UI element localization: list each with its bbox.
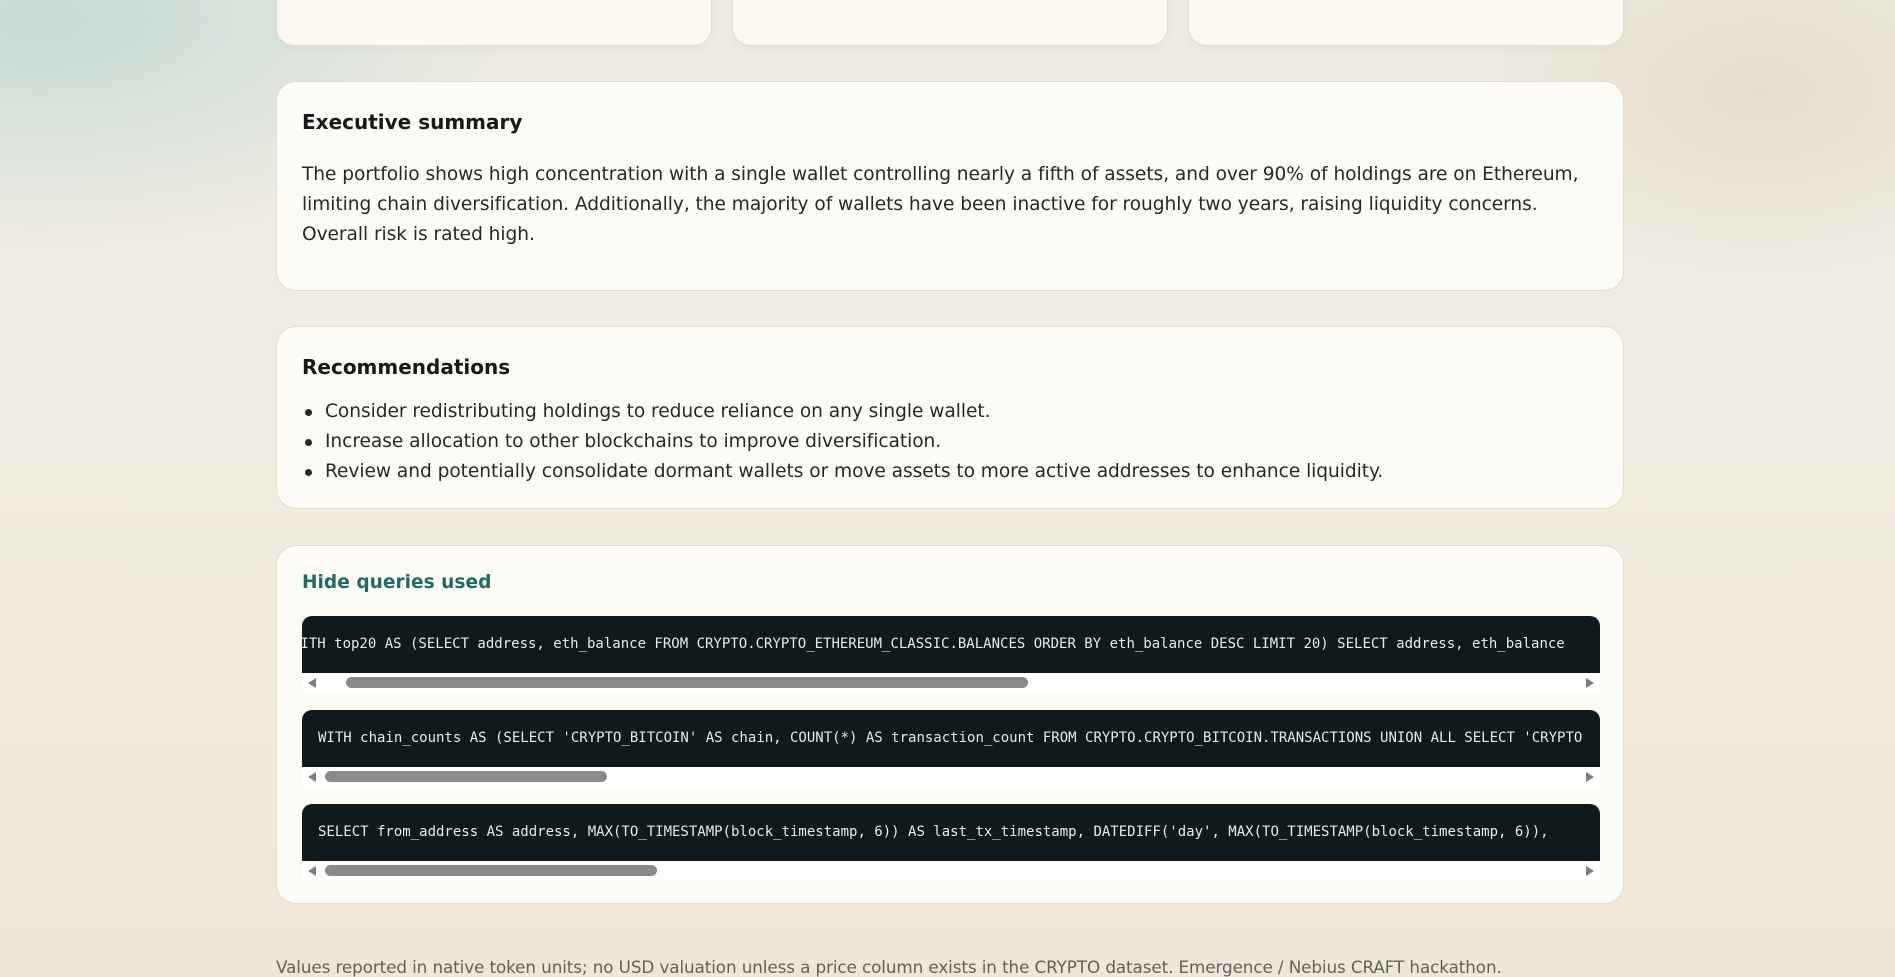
recommendation-item: Review and potentially consolidate dorma… [302, 457, 1383, 487]
executive-summary-text: The portfolio shows high concentration w… [302, 164, 1579, 245]
query-sql: WITH top20 AS (SELECT address, eth_balan… [302, 636, 1565, 652]
recommendation-text: Increase allocation to other blockchains… [325, 431, 942, 452]
scroll-left-arrow-icon[interactable] [308, 772, 316, 782]
scroll-left-arrow-icon[interactable] [308, 678, 316, 688]
horizontal-scrollbar[interactable] [302, 861, 1600, 881]
horizontal-scrollbar[interactable] [302, 673, 1600, 693]
footer-note: Values reported in native token units; n… [276, 957, 1502, 977]
query-block-2: WITH chain_counts AS (SELECT 'CRYPTO_BIT… [302, 710, 1600, 787]
horizontal-scrollbar[interactable] [302, 767, 1600, 787]
report-content: Executive summary The portfolio shows hi… [276, 0, 1626, 930]
query-block-3: SELECT from_address AS address, MAX(TO_T… [302, 804, 1600, 881]
queries-card: Hide queries used WITH top20 AS (SELECT … [276, 545, 1624, 904]
executive-summary-title: Executive summary [302, 110, 523, 134]
bullet-icon [305, 409, 312, 416]
recommendation-text: Review and potentially consolidate dorma… [325, 461, 1384, 482]
recommendations-title: Recommendations [302, 355, 511, 379]
recommendation-text: Consider redistributing holdings to redu… [325, 401, 991, 422]
recommendations-list: Consider redistributing holdings to redu… [302, 397, 1383, 487]
scrollbar-thumb[interactable] [346, 677, 1028, 688]
bullet-icon [305, 439, 312, 446]
hide-queries-toggle[interactable]: Hide queries used [302, 572, 491, 593]
scrollbar-thumb[interactable] [325, 771, 607, 782]
scroll-left-arrow-icon[interactable] [308, 866, 316, 876]
query-block-1: WITH top20 AS (SELECT address, eth_balan… [302, 616, 1600, 693]
query-code[interactable]: WITH top20 AS (SELECT address, eth_balan… [302, 616, 1600, 673]
recommendation-item: Consider redistributing holdings to redu… [302, 397, 1383, 427]
query-sql: WITH chain_counts AS (SELECT 'CRYPTO_BIT… [318, 730, 1583, 746]
query-code[interactable]: WITH chain_counts AS (SELECT 'CRYPTO_BIT… [302, 710, 1600, 767]
scroll-right-arrow-icon[interactable] [1586, 678, 1594, 688]
scroll-right-arrow-icon[interactable] [1586, 772, 1594, 782]
scrollbar-thumb[interactable] [325, 865, 657, 876]
scroll-right-arrow-icon[interactable] [1586, 866, 1594, 876]
recommendation-item: Increase allocation to other blockchains… [302, 427, 1383, 457]
query-sql: SELECT from_address AS address, MAX(TO_T… [318, 824, 1549, 840]
recommendations-card: Recommendations Consider redistributing … [276, 326, 1624, 509]
bullet-icon [305, 469, 312, 476]
executive-summary-card: Executive summary The portfolio shows hi… [276, 81, 1624, 291]
query-code[interactable]: SELECT from_address AS address, MAX(TO_T… [302, 804, 1600, 861]
